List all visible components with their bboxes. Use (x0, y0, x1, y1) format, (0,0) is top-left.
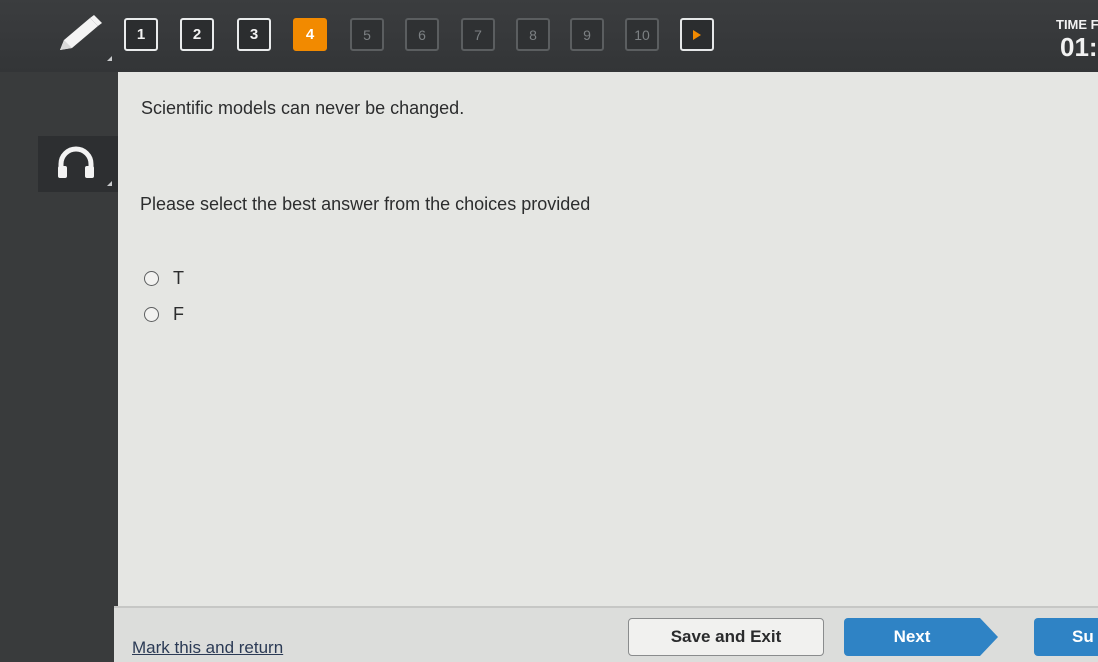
question-10-button[interactable]: 10 (625, 18, 659, 51)
question-6-button[interactable]: 6 (405, 18, 439, 51)
question-2-button[interactable]: 2 (180, 18, 214, 51)
question-3-button[interactable]: 3 (237, 18, 271, 51)
play-arrow-icon (693, 29, 701, 40)
footer-bar: Mark this and return Save and Exit Next … (114, 606, 1098, 662)
answer-option-f[interactable]: F (144, 304, 184, 325)
left-sidebar (0, 72, 118, 660)
timer-value: 01: (1060, 32, 1098, 62)
headphones-icon (58, 146, 94, 178)
question-8-button[interactable]: 8 (516, 18, 550, 51)
toolbar: 1 2 3 4 5 6 7 8 9 10 TIME F 01: (0, 0, 1098, 72)
question-text: Scientific models can never be changed. (141, 98, 465, 118)
question-4-button[interactable]: 4 (293, 18, 327, 51)
timer-label: TIME F (1056, 17, 1098, 32)
answer-option-t[interactable]: T (144, 268, 184, 289)
instructions-text: Please select the best answer from the c… (140, 194, 591, 214)
option-label-f: F (173, 304, 184, 324)
pencil-menu-indicator (107, 56, 112, 61)
next-questions-button[interactable] (680, 18, 714, 51)
pencil-icon[interactable] (52, 14, 106, 54)
question-7-button[interactable]: 7 (461, 18, 495, 51)
save-and-exit-button[interactable]: Save and Exit (628, 618, 824, 656)
option-label-t: T (173, 268, 184, 288)
question-5-button[interactable]: 5 (350, 18, 384, 51)
question-panel: Scientific models can never be changed. … (118, 72, 1098, 606)
submit-button[interactable]: Su (1034, 618, 1098, 656)
next-button-label: Next (893, 627, 931, 646)
question-1-button[interactable]: 1 (124, 18, 158, 51)
radio-button-t[interactable] (144, 271, 159, 286)
next-button[interactable]: Next (844, 618, 998, 656)
audio-button[interactable] (38, 136, 118, 192)
question-9-button[interactable]: 9 (570, 18, 604, 51)
radio-button-f[interactable] (144, 307, 159, 322)
audio-menu-indicator (107, 181, 112, 186)
mark-and-return-link[interactable]: Mark this and return (132, 638, 283, 658)
